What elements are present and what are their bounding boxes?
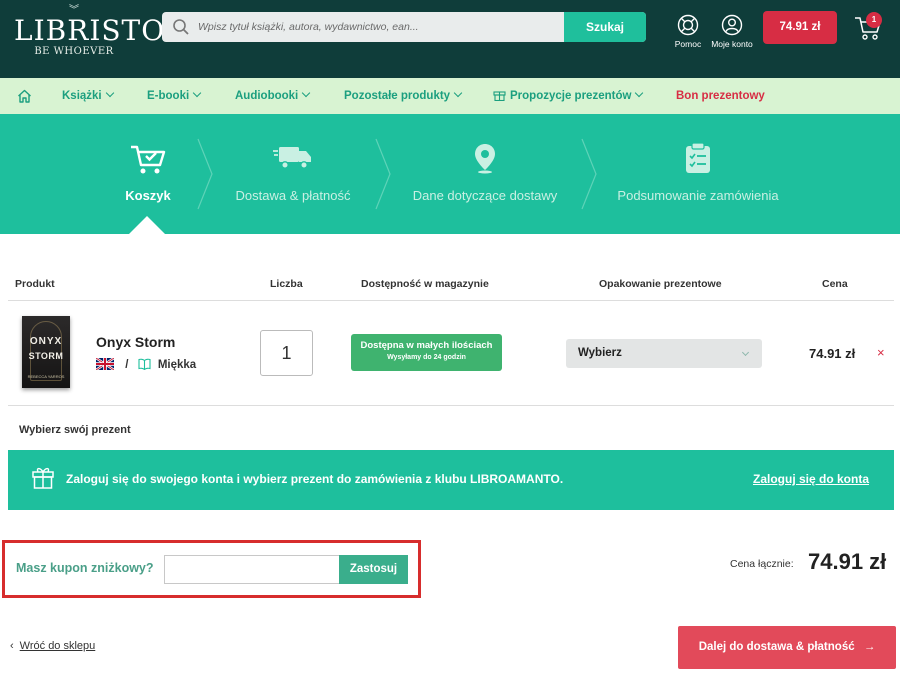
gift-promo-banner: Zaloguj się do swojego konta i wybierz p… <box>8 450 894 510</box>
account-label: Moje konto <box>711 39 753 49</box>
step-label: Podsumowanie zamówienia <box>617 188 779 203</box>
gift-heading: Wybierz swój prezent <box>19 424 131 436</box>
login-link[interactable]: Zaloguj się do konta <box>753 472 869 486</box>
cover-title-line-2: STORM <box>28 351 64 361</box>
quantity-input[interactable]: 1 <box>260 330 313 376</box>
col-header-product: Produkt <box>15 278 55 290</box>
nav-item-other-products[interactable]: Pozostałe produkty <box>344 78 463 114</box>
nav-label: Audiobooki <box>235 90 299 102</box>
gift-icon <box>32 467 54 489</box>
logo-name: LIBRISTO <box>14 14 166 47</box>
gift-wrap-select[interactable]: Wybierz <box>566 339 762 368</box>
back-to-shop-link[interactable]: ‹ Wróć do sklepu <box>10 640 95 652</box>
continue-label: Dalej do dostawa & płatność <box>698 641 855 653</box>
product-format: Miękka <box>157 359 197 371</box>
total-value: 74.91 zł <box>808 549 887 574</box>
meta-separator: / <box>125 359 129 371</box>
chevron-down-icon <box>635 88 644 98</box>
step-label: Dostawa & płatność <box>235 188 351 203</box>
lifebuoy-icon <box>677 14 699 36</box>
uk-flag-icon <box>96 357 114 370</box>
main-nav: Książki E-booki Audiobooki Pozostałe pro… <box>0 78 900 114</box>
cover-title-line-1: ONYX <box>29 336 63 347</box>
step-delivery-details[interactable]: Dane dotyczące dostawy <box>396 114 574 234</box>
coupon-input[interactable] <box>164 555 340 584</box>
availability-badge: Dostępna w małych ilościach Wysyłamy do … <box>351 334 502 371</box>
site-header: ︾ LIBRISTO BE WHOEVER Szukaj Pomoc Moje … <box>0 0 900 78</box>
product-title[interactable]: Onyx Storm <box>96 334 175 350</box>
col-header-price: Cena <box>822 278 848 290</box>
user-icon <box>721 14 743 36</box>
continue-button[interactable]: Dalej do dostawa & płatność → <box>678 626 896 669</box>
account-link[interactable]: Moje konto <box>708 14 756 49</box>
cover-author: REBECCA YARROS <box>27 374 65 379</box>
nav-label: E-booki <box>147 90 190 102</box>
truck-icon <box>273 147 311 169</box>
nav-label: Propozycje prezentów <box>510 90 632 102</box>
search-input[interactable] <box>198 12 558 42</box>
cart-total-button[interactable]: 74.91 zł <box>763 11 837 44</box>
divider <box>8 405 894 406</box>
nav-item-gift-voucher[interactable]: Bon prezentowy <box>676 78 765 114</box>
col-header-quantity: Liczba <box>270 278 303 290</box>
step-label: Dane dotyczące dostawy <box>412 188 558 203</box>
col-header-gift-wrap: Opakowanie prezentowe <box>599 278 722 290</box>
coupon-box: Masz kupon zniżkowy? Zastosuj <box>2 540 421 598</box>
cart-count-badge: 1 <box>866 12 882 28</box>
gift-promo-text: Zaloguj się do swojego konta i wybierz p… <box>66 472 564 486</box>
location-pin-icon <box>475 144 495 174</box>
coupon-label: Masz kupon zniżkowy? <box>16 561 154 575</box>
chevron-down-icon <box>453 88 463 98</box>
back-label: Wróć do sklepu <box>19 640 96 652</box>
chevron-down-icon <box>302 88 311 98</box>
gift-icon <box>493 91 506 102</box>
total-label: Cena łącznie: <box>730 558 794 570</box>
step-separator <box>197 138 213 210</box>
shipping-text: Wysyłamy do 24 godzin <box>387 354 466 361</box>
help-link[interactable]: Pomoc <box>670 14 706 49</box>
search-bar: Szukaj <box>162 12 646 42</box>
help-label: Pomoc <box>674 39 702 49</box>
product-cover[interactable]: ONYX STORM REBECCA YARROS <box>22 316 70 388</box>
chevron-left-icon: ‹ <box>10 640 14 652</box>
remove-item-icon[interactable]: × <box>877 345 885 360</box>
product-meta: / Miękka <box>96 357 196 373</box>
active-step-pointer <box>129 216 165 234</box>
divider <box>8 300 894 301</box>
availability-text: Dostępna w małych ilościach <box>360 340 493 351</box>
col-header-availability: Dostępność w magazynie <box>361 278 489 290</box>
step-delivery-payment[interactable]: Dostawa & płatność <box>220 114 366 234</box>
nav-item-ebooks[interactable]: E-booki <box>147 78 202 114</box>
gift-wrap-value: Wybierz <box>578 347 622 359</box>
chevron-down-icon <box>741 348 750 357</box>
logo[interactable]: ︾ LIBRISTO BE WHOEVER <box>14 6 166 66</box>
book-icon <box>138 358 151 370</box>
nav-item-audiobooks[interactable]: Audiobooki <box>235 78 311 114</box>
checklist-icon <box>686 142 710 173</box>
step-summary[interactable]: Podsumowanie zamówienia <box>608 114 788 234</box>
nav-label: Pozostałe produkty <box>344 90 451 102</box>
step-label: Koszyk <box>125 188 171 203</box>
home-icon[interactable] <box>17 89 32 103</box>
apply-coupon-button[interactable]: Zastosuj <box>339 555 408 584</box>
nav-label: Książki <box>62 90 102 102</box>
product-price: 74.91 zł <box>809 346 856 361</box>
nav-item-books[interactable]: Książki <box>62 78 114 114</box>
cart-check-icon <box>131 145 166 174</box>
nav-item-gift-ideas[interactable]: Propozycje prezentów <box>493 78 644 114</box>
step-separator <box>581 138 597 210</box>
chevron-down-icon <box>105 88 114 98</box>
search-button[interactable]: Szukaj <box>564 12 646 42</box>
search-icon <box>173 19 189 35</box>
chevron-down-icon <box>192 88 202 98</box>
arrow-right-icon: → <box>863 641 876 653</box>
logo-tagline: BE WHOEVER <box>34 46 114 57</box>
step-separator <box>375 138 391 210</box>
